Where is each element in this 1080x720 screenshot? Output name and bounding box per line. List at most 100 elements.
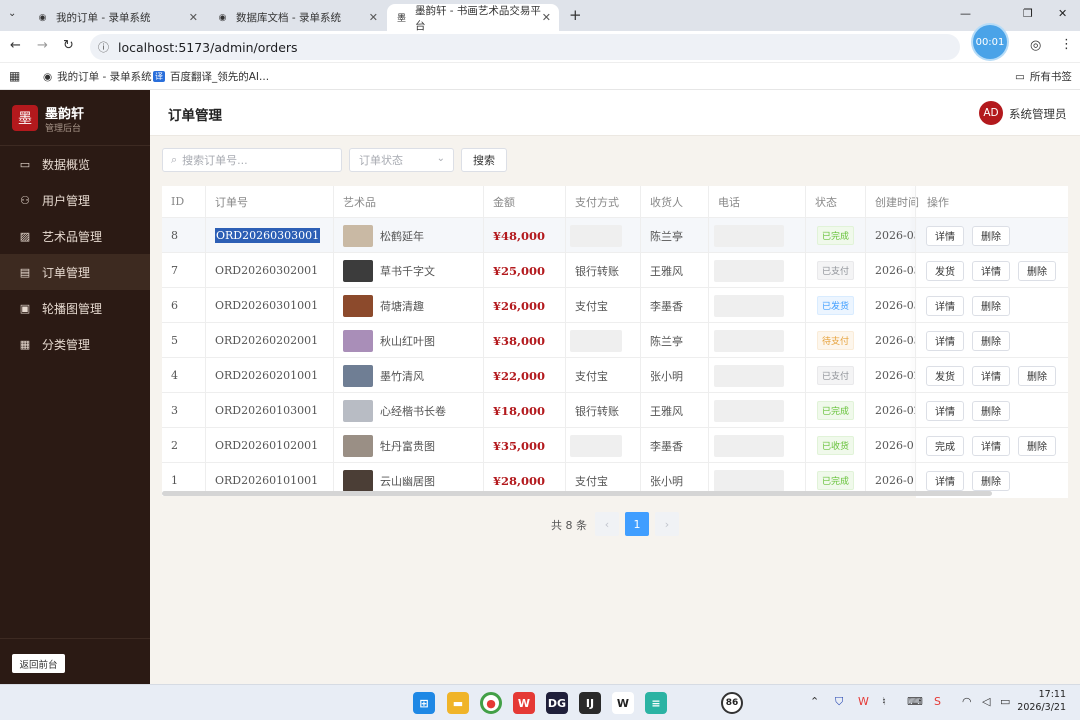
cell-payment	[570, 323, 622, 358]
chrome-icon[interactable]: ●	[480, 692, 502, 714]
cell-order-no[interactable]: ORD20260201001	[215, 358, 318, 393]
wps-tray-icon[interactable]: W	[858, 695, 869, 708]
shield-icon[interactable]: ⛉	[835, 695, 843, 709]
action-button[interactable]: 详情	[972, 365, 1010, 386]
apps-icon[interactable]: ▦	[9, 69, 20, 83]
wps-icon[interactable]: W	[513, 692, 535, 714]
file-explorer-icon[interactable]: ▬	[447, 692, 469, 714]
cell-order-no[interactable]: ORD20260103001	[215, 393, 318, 428]
browser-tab-1[interactable]: ◉ 我的订单 - 录单系统 ✕	[28, 4, 206, 31]
action-button[interactable]: 删除	[972, 330, 1010, 351]
action-button[interactable]: 删除	[972, 400, 1010, 421]
status-badge: 已完成	[817, 471, 855, 490]
new-tab-button[interactable]: +	[569, 6, 582, 24]
horizontal-scrollbar[interactable]	[162, 491, 992, 496]
action-button[interactable]: 详情	[926, 470, 964, 491]
action-button[interactable]: 删除	[972, 295, 1010, 316]
window-close-icon[interactable]: ✕	[1058, 7, 1067, 20]
action-button[interactable]: 删除	[1018, 435, 1056, 456]
sidebar-item-artworks[interactable]: ▨ 艺术品管理	[0, 218, 150, 254]
action-button[interactable]: 详情	[972, 260, 1010, 281]
action-button[interactable]: 详情	[972, 435, 1010, 456]
datagrip-icon[interactable]: DG	[546, 692, 568, 714]
action-button[interactable]: 删除	[1018, 365, 1056, 386]
url-input[interactable]: ⓘ localhost:5173/admin/orders	[90, 34, 960, 60]
browser-tab-3[interactable]: 墨 墨韵轩 - 书画艺术品交易平台 ✕	[387, 4, 559, 32]
action-button[interactable]: 详情	[926, 225, 964, 246]
cell-order-no[interactable]: ORD20260302001	[215, 253, 318, 288]
avatar[interactable]: AD	[979, 101, 1003, 125]
recording-timer[interactable]: 00:01	[973, 25, 1007, 59]
forward-icon[interactable]: →	[37, 38, 48, 53]
tab-search-icon[interactable]: ⌄	[8, 8, 22, 22]
status-select[interactable]: 订单状态 ⌄	[349, 148, 454, 172]
cell-order-no[interactable]: ORD20260102001	[215, 428, 318, 463]
username[interactable]: 系统管理员	[1009, 106, 1067, 122]
sidebar-item-label: 分类管理	[42, 337, 91, 352]
bookmark-2[interactable]: 译 百度翻译_领先的AI...	[153, 69, 269, 84]
close-icon[interactable]: ✕	[189, 11, 198, 24]
maximize-icon[interactable]: ❐	[1023, 7, 1033, 20]
action-button[interactable]: 发货	[926, 260, 964, 281]
sogou-icon[interactable]: S	[934, 695, 941, 708]
cell-order-no[interactable]: ORD20260301001	[215, 288, 318, 323]
profile-icon[interactable]: ◎	[1030, 38, 1041, 53]
all-bookmarks[interactable]: ▭ 所有书签	[1015, 69, 1072, 84]
column-header: 收货人	[650, 195, 683, 209]
artwork-thumbnail[interactable]	[343, 294, 373, 317]
reload-icon[interactable]: ↻	[63, 38, 74, 53]
artwork-thumbnail[interactable]	[343, 399, 373, 422]
artwork-thumbnail[interactable]	[343, 259, 373, 282]
artwork-thumbnail[interactable]	[343, 434, 373, 457]
bookmark-1[interactable]: ◉ 我的订单 - 录单系统	[43, 69, 152, 84]
back-icon[interactable]: ←	[10, 38, 21, 53]
artwork-thumbnail[interactable]	[343, 329, 373, 352]
cell-amount: ¥25,000	[493, 263, 546, 278]
battery-icon[interactable]: ▭	[1000, 695, 1010, 708]
close-icon[interactable]: ✕	[542, 11, 551, 24]
back-to-front-button[interactable]: 返回前台	[12, 654, 65, 673]
cell-order-no[interactable]: ORD20260202001	[215, 323, 318, 358]
sidebar-item-overview[interactable]: ▭ 数据概览	[0, 146, 150, 182]
wifi-icon[interactable]: ◠	[962, 695, 972, 708]
volume-icon[interactable]: ◁	[982, 695, 990, 708]
action-button[interactable]: 完成	[926, 435, 964, 456]
microphone-icon[interactable]: ♮	[882, 695, 886, 708]
action-button[interactable]: 详情	[926, 400, 964, 421]
action-button[interactable]: 详情	[926, 295, 964, 316]
action-button[interactable]: 详情	[926, 330, 964, 351]
minimize-icon[interactable]: —	[960, 7, 971, 20]
sidebar-item-users[interactable]: ⚇ 用户管理	[0, 182, 150, 218]
action-button[interactable]: 删除	[972, 470, 1010, 491]
chevron-up-icon[interactable]: ⌃	[810, 695, 819, 708]
column-header: 订单号	[215, 195, 248, 209]
browser-tab-2[interactable]: ◉ 数据库文档 - 录单系统 ✕	[208, 4, 386, 31]
artwork-thumbnail[interactable]	[343, 469, 373, 492]
action-button[interactable]: 删除	[972, 225, 1010, 246]
action-button[interactable]: 发货	[926, 365, 964, 386]
notepad-icon[interactable]: ≡	[645, 692, 667, 714]
artwork-thumbnail[interactable]	[343, 224, 373, 247]
page-1-button[interactable]: 1	[625, 512, 649, 536]
action-button[interactable]: 删除	[1018, 260, 1056, 281]
search-button[interactable]: 搜索	[461, 148, 507, 172]
intellij-icon[interactable]: IJ	[579, 692, 601, 714]
system-clock[interactable]: 17:11 2026/3/21	[1017, 688, 1066, 714]
windows-start-icon[interactable]: ⊞	[413, 692, 435, 714]
menu-icon[interactable]: ⋮	[1060, 37, 1073, 52]
monitor-badge[interactable]: 86	[721, 692, 743, 714]
cell-order-no[interactable]: ORD20260303001	[215, 218, 321, 253]
input-method-icon[interactable]: ⌨	[907, 695, 923, 708]
close-icon[interactable]: ✕	[369, 11, 378, 24]
artwork-thumbnail[interactable]	[343, 364, 373, 387]
typora-icon[interactable]: W	[612, 692, 634, 714]
prev-page-icon[interactable]: ‹	[595, 512, 619, 536]
search-input[interactable]: ⌕ 搜索订单号...	[162, 148, 342, 172]
sidebar-item-orders[interactable]: ▤ 订单管理	[0, 254, 150, 290]
tab-title: 数据库文档 - 录单系统	[236, 12, 341, 24]
next-page-icon[interactable]: ›	[655, 512, 679, 536]
sidebar-item-categories[interactable]: ▦ 分类管理	[0, 326, 150, 362]
table-row: 3 ORD20260103001 心经楷书长卷 ¥18,000 银行转账 王雅风 已完成 20…	[162, 392, 1068, 428]
artwork-title: 秋山红叶图	[380, 334, 435, 348]
sidebar-item-banners[interactable]: ▣ 轮播图管理	[0, 290, 150, 326]
